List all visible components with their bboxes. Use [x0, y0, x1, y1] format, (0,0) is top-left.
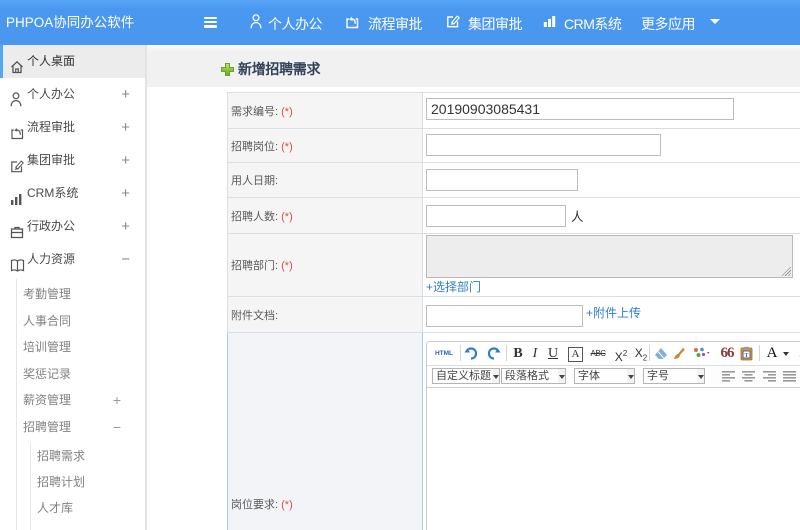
svg-text:T: T: [744, 353, 748, 359]
